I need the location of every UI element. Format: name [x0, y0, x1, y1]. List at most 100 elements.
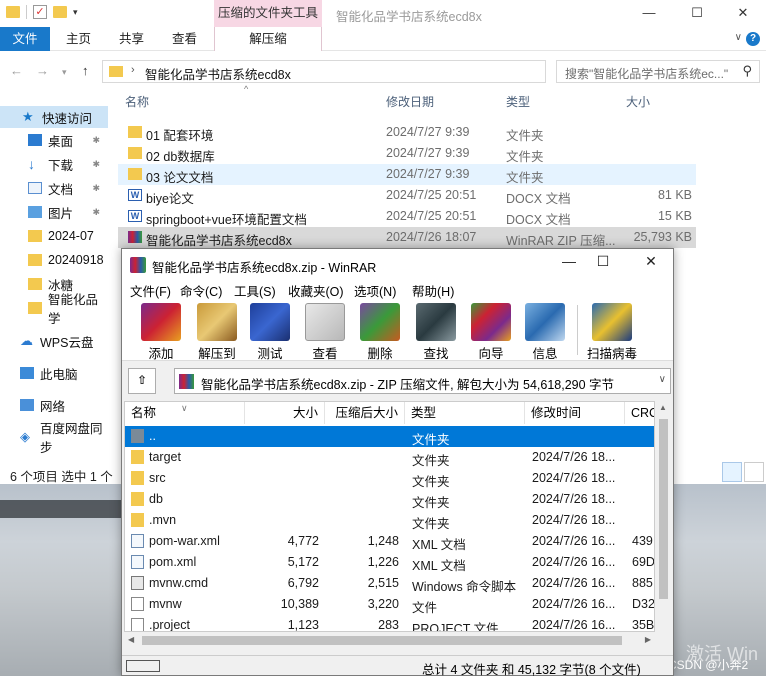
archive-row[interactable]: pom-war.xml 4,772 1,248 XML 文档 2024/7/26…	[125, 531, 654, 552]
archive-row[interactable]: mvnw 10,389 3,220 文件 2024/7/26 16... D32	[125, 594, 654, 615]
archive-row[interactable]: src 文件夹 2024/7/26 18...	[125, 468, 654, 489]
tab-home[interactable]: 主页	[66, 27, 91, 51]
extract-to-button[interactable]: 解压到	[192, 303, 242, 361]
wizard-button[interactable]: 向导	[466, 303, 516, 361]
scrollbar-thumb[interactable]	[142, 636, 622, 645]
tab-extract[interactable]: 解压缩	[214, 27, 322, 51]
view-button[interactable]: 查看	[300, 303, 350, 361]
sidebar-item-desktop[interactable]: 桌面 ✱	[0, 129, 108, 151]
find-icon	[416, 303, 456, 341]
details-view-icon[interactable]	[722, 462, 742, 482]
scroll-up-icon[interactable]: ▲	[659, 403, 667, 412]
sidebar-item-downloads[interactable]: ↓ 下载 ✱	[0, 153, 108, 175]
horizontal-scrollbar[interactable]: ◀ ▶	[124, 632, 655, 649]
tab-view[interactable]: 查看	[172, 27, 197, 51]
close-button[interactable]: ✕	[636, 253, 666, 270]
sidebar-item-20240918[interactable]: 20240918	[0, 249, 108, 271]
column-header-type[interactable]: 类型	[506, 93, 530, 113]
delete-button[interactable]: 删除	[355, 303, 405, 361]
toolbar-divider	[577, 305, 578, 355]
maximize-button[interactable]: ☐	[674, 0, 720, 27]
search-input[interactable]: 搜索"智能化品学书店系统ec..." ⚲	[556, 60, 760, 83]
test-button[interactable]: 测试	[245, 303, 295, 361]
drive-key-icon[interactable]	[126, 660, 160, 672]
archive-path-dropdown[interactable]: 智能化品学书店系统ecd8x.zip - ZIP 压缩文件, 解包大小为 54,…	[174, 368, 671, 394]
menu-file[interactable]: 文件(F)	[130, 281, 171, 300]
chevron-down-icon[interactable]: ∨	[659, 374, 666, 385]
archive-row[interactable]: .. 文件夹	[125, 426, 654, 447]
sidebar-item-quick-access[interactable]: ★ 快速访问	[0, 106, 108, 128]
archive-row[interactable]: db 文件夹 2024/7/26 18...	[125, 489, 654, 510]
archive-row[interactable]: .mvn 文件夹 2024/7/26 18...	[125, 510, 654, 531]
up-folder-button[interactable]: ⇧	[128, 368, 156, 394]
winrar-icon	[130, 257, 146, 273]
close-button[interactable]: ✕	[720, 0, 766, 27]
sidebar-item-2024-07[interactable]: 2024-07	[0, 225, 108, 247]
sidebar-item-pictures[interactable]: 图片 ✱	[0, 201, 108, 223]
properties-icon[interactable]: ✓	[33, 5, 47, 19]
pin-icon[interactable]: ✱	[92, 183, 100, 194]
minimize-button[interactable]: —	[626, 0, 672, 27]
new-folder-icon[interactable]	[53, 6, 67, 18]
maximize-button[interactable]: ☐	[588, 253, 618, 270]
sidebar-item-project[interactable]: 智能化品学	[0, 293, 108, 326]
tab-share[interactable]: 共享	[119, 27, 144, 51]
back-arrow-icon[interactable]: ←	[10, 63, 23, 78]
menu-commands[interactable]: 命令(C)	[180, 281, 222, 300]
sidebar-item-wps-cloud[interactable]: ☁ WPS云盘	[0, 330, 108, 352]
virus-scan-button[interactable]: 扫描病毒	[584, 303, 640, 361]
search-icon[interactable]: ⚲	[742, 63, 752, 79]
large-icons-view-icon[interactable]	[744, 462, 764, 482]
column-header-size[interactable]: 大小	[626, 93, 650, 113]
menu-tools[interactable]: 工具(S)	[234, 281, 276, 300]
sidebar-item-network[interactable]: 网络	[0, 394, 108, 416]
help-icon[interactable]: ?	[746, 32, 760, 46]
vertical-scrollbar[interactable]: ▲	[655, 401, 672, 632]
pin-icon[interactable]: ✱	[92, 159, 100, 170]
sidebar-item-this-pc[interactable]: 此电脑	[0, 362, 108, 384]
column-header-crc[interactable]: CRC	[625, 402, 654, 424]
info-button[interactable]: 信息	[520, 303, 570, 361]
column-header-modified[interactable]: 修改时间	[525, 402, 625, 424]
ribbon-expand-icon[interactable]: ∨	[735, 32, 742, 43]
column-header-date[interactable]: 修改日期	[386, 93, 434, 113]
file-row[interactable]: 02 db数据库 2024/7/27 9:39 文件夹	[118, 143, 696, 164]
scroll-right-icon[interactable]: ▶	[645, 635, 651, 644]
tab-file[interactable]: 文件	[0, 27, 50, 51]
scroll-left-icon[interactable]: ◀	[128, 635, 134, 644]
pin-icon[interactable]: ✱	[92, 135, 100, 146]
recent-locations-icon[interactable]: ▾	[62, 67, 67, 78]
menu-options[interactable]: 选项(N)	[354, 281, 396, 300]
column-header-name[interactable]: 名称 ∨	[125, 402, 245, 424]
up-arrow-icon[interactable]: ↑	[82, 63, 89, 78]
menu-help[interactable]: 帮助(H)	[412, 281, 454, 300]
file-row[interactable]: W biye论文 2024/7/25 20:51 DOCX 文档 81 KB	[118, 185, 696, 206]
chevron-right-icon[interactable]: ›	[131, 64, 135, 76]
add-button[interactable]: 添加	[136, 303, 186, 361]
sidebar-item-documents[interactable]: 文档 ✱	[0, 177, 108, 199]
forward-arrow-icon[interactable]: →	[36, 63, 49, 78]
pin-icon[interactable]: ✱	[92, 207, 100, 218]
file-row[interactable]: 智能化品学书店系统ecd8x 2024/7/26 18:07 WinRAR ZI…	[118, 227, 696, 248]
archive-row[interactable]: .project 1,123 283 PROJECT 文件 2024/7/26 …	[125, 615, 654, 631]
file-row[interactable]: W springboot+vue环境配置文档 2024/7/25 20:51 D…	[118, 206, 696, 227]
column-header-type[interactable]: 类型	[405, 402, 525, 424]
minimize-button[interactable]: —	[554, 253, 584, 269]
file-row[interactable]: 01 配套环境 2024/7/27 9:39 文件夹	[118, 122, 696, 143]
menu-favorites[interactable]: 收藏夹(O)	[288, 281, 344, 300]
archive-row[interactable]: target 文件夹 2024/7/26 18...	[125, 447, 654, 468]
delete-icon	[360, 303, 400, 341]
word-doc-icon: W	[128, 210, 142, 222]
column-header-packed[interactable]: 压缩后大小	[325, 402, 405, 424]
chevron-down-icon[interactable]: ▾	[73, 7, 78, 18]
scrollbar-thumb[interactable]	[659, 419, 668, 599]
find-button[interactable]: 查找	[411, 303, 461, 361]
archive-row[interactable]: mvnw.cmd 6,792 2,515 Windows 命令脚本 2024/7…	[125, 573, 654, 594]
column-header-size[interactable]: 大小	[245, 402, 325, 424]
address-input[interactable]: › 智能化品学书店系统ecd8x ∨ ↻	[102, 60, 638, 83]
folder-icon[interactable]	[6, 6, 20, 18]
sidebar-item-baidu-sync[interactable]: ◈ 百度网盘同步	[0, 422, 108, 455]
column-header-name[interactable]: 名称	[125, 93, 149, 113]
file-row[interactable]: 03 论文文档 2024/7/27 9:39 文件夹	[118, 164, 696, 185]
archive-row[interactable]: pom.xml 5,172 1,226 XML 文档 2024/7/26 16.…	[125, 552, 654, 573]
